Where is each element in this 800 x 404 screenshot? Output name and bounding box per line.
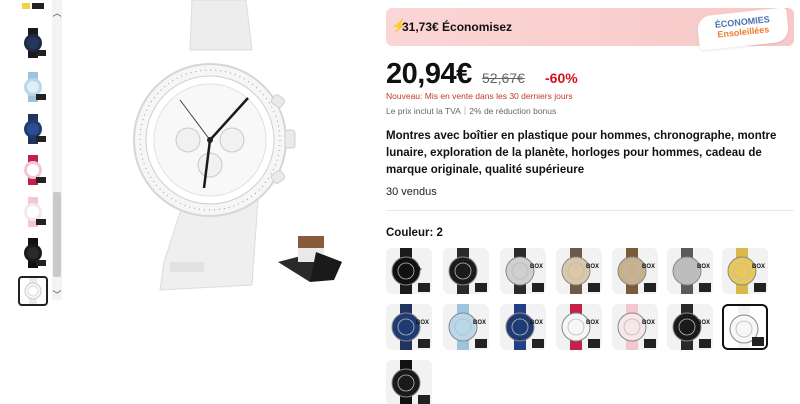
thumbnail-scrollbar[interactable]: ︿ ﹀ [52,0,62,300]
color-swatch[interactable]: BOX [386,304,432,350]
box-tag: BOX [585,320,599,326]
box-tag: BOX [751,264,765,270]
box-icon [699,339,711,348]
thumbnail[interactable] [18,114,48,144]
box-icon [699,283,711,292]
promo-badge: ÉCONOMIES Ensoleillées [696,7,790,51]
box-tag: BOX [472,320,486,326]
box-icon [532,339,544,348]
box-tag: BOX [585,264,599,270]
product-title: Montres avec boîtier en plastique pour h… [386,130,777,176]
box-tag: BOX [696,264,710,270]
thumbnail[interactable] [18,155,48,185]
thumbnail[interactable] [18,72,48,102]
box-icon [475,283,487,292]
color-swatch[interactable] [443,248,489,294]
color-swatch[interactable]: BOX [443,304,489,350]
box-icon [588,339,600,348]
tva-note: Le prix inclut la TVA｜2% de réduction bo… [386,106,557,116]
color-swatch[interactable] [386,360,432,404]
box-icon [475,339,487,348]
box-tag: BOX [641,264,655,270]
old-price: 52,67€ [482,70,525,86]
chevron-down-icon[interactable]: ﹀ [52,290,62,300]
chevron-up-icon[interactable]: ︿ [52,8,62,18]
box-icon [644,339,656,348]
box-tag: BOX [641,320,655,326]
savings-text: 31,73€ Économisez [402,20,513,34]
thumbnail[interactable] [18,197,48,227]
box-tag: BOX [529,320,543,326]
scrollbar-handle[interactable] [53,192,61,277]
color-swatch[interactable]: BOX [667,304,713,350]
box-icon [644,283,656,292]
current-price: 20,94€ [386,58,472,90]
box-tag: BOX [696,320,710,326]
box-icon [418,283,430,292]
box-icon [532,283,544,292]
color-swatch[interactable]: BOX [612,248,658,294]
main-product-image [120,0,380,300]
color-swatch[interactable]: BOX [500,304,546,350]
sold-count: 30 vendus [386,186,437,198]
thumbnail[interactable] [18,0,48,12]
color-swatch[interactable]: BOX [556,304,602,350]
savings-banner: ⚡ 31,73€ Économisez ÉCONOMIES Ensoleillé… [386,7,794,51]
box-icon [418,395,430,404]
box-icon [752,337,764,346]
box-icon [588,283,600,292]
plus-tag: + [416,264,422,274]
color-swatch[interactable]: + [386,248,432,294]
color-swatch[interactable]: BOX [667,248,713,294]
color-swatch[interactable]: BOX [556,248,602,294]
thumbnail[interactable] [18,238,48,268]
thumbnail-rail [14,0,50,310]
box-tag: BOX [415,320,429,326]
color-swatch[interactable] [722,304,768,350]
box-icon [418,339,430,348]
color-label: Couleur: 2 [386,227,443,239]
color-swatch[interactable]: BOX [612,304,658,350]
new-listing-note: Nouveau: Mis en vente dans les 30 dernie… [386,91,573,101]
thumbnail-selected[interactable] [18,276,48,306]
box-icon [754,283,766,292]
box-tag: BOX [529,264,543,270]
divider [386,210,794,211]
color-swatch[interactable]: BOX [500,248,546,294]
color-swatch[interactable]: BOX [722,248,768,294]
discount-percent: -60% [545,70,578,86]
thumbnail[interactable] [18,28,48,58]
